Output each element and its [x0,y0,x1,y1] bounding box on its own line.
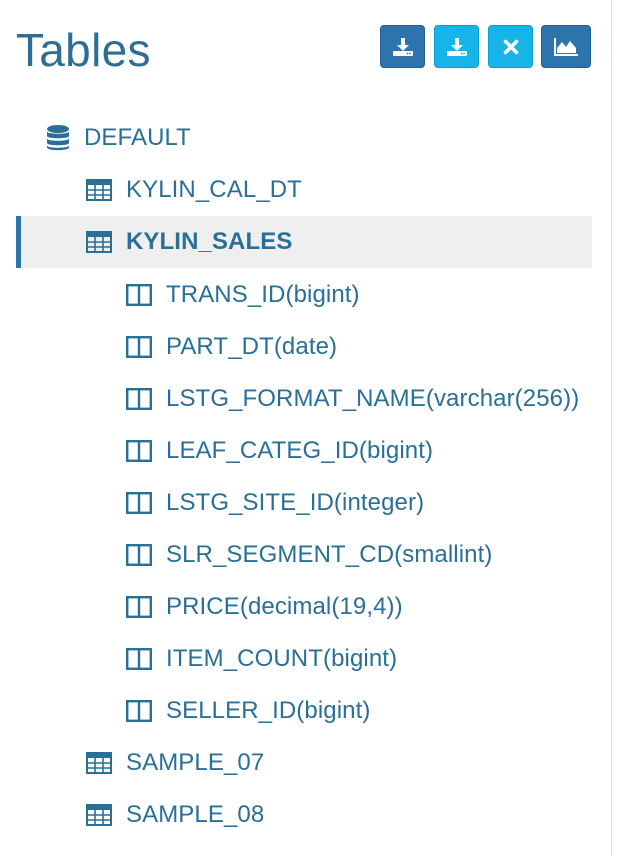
column-label: TRANS_ID(bigint) [166,281,360,308]
tree-node-column[interactable]: SLR_SEGMENT_CD(smallint) [126,529,492,581]
table-icon [86,179,112,201]
tree-node-column[interactable]: LSTG_FORMAT_NAME(varchar(256)) [126,373,579,425]
column-icon [126,700,152,722]
column-label: PART_DT(date) [166,333,338,360]
tree-viewport: DEFAULT KYLIN_CAL_DT KYLIN_SALES TRANS_I… [0,0,594,856]
tree-node-column[interactable]: PRICE(decimal(19,4)) [126,581,403,633]
tree-node-database[interactable]: DEFAULT [44,112,191,164]
tree-node-column[interactable]: LSTG_SITE_ID(integer) [126,477,424,529]
tree-node-table[interactable]: KYLIN_CAL_DT [86,164,302,216]
column-label: SLR_SEGMENT_CD(smallint) [166,541,493,568]
tree-node-column[interactable]: LEAF_CATEG_ID(bigint) [126,425,433,477]
tree-node-column[interactable]: TRANS_ID(bigint) [126,269,360,321]
database-label: DEFAULT [84,124,191,151]
column-icon [126,596,152,618]
column-icon [126,388,152,410]
column-label: ITEM_COUNT(bigint) [166,645,398,672]
column-icon [126,336,152,358]
table-icon [86,804,112,826]
tree-node-column[interactable]: SELLER_ID(bigint) [126,685,370,737]
table-label: KYLIN_SALES [126,228,293,255]
column-icon [126,492,152,514]
database-icon [47,125,69,151]
column-icon [126,284,152,306]
table-label: KYLIN_CAL_DT [126,176,302,203]
column-label: LSTG_SITE_ID(integer) [166,489,425,516]
table-label: SAMPLE_07 [126,749,265,776]
table-label: SAMPLE_08 [126,801,265,828]
table-icon [86,752,112,774]
column-label: SELLER_ID(bigint) [166,697,371,724]
column-label: LEAF_CATEG_ID(bigint) [166,437,434,464]
tree-node-table[interactable]: SAMPLE_07 [86,737,264,789]
selection-indicator [16,216,21,268]
column-icon [126,440,152,462]
tree-node-table[interactable]: SAMPLE_08 [86,789,264,841]
column-label: LSTG_FORMAT_NAME(varchar(256)) [166,385,580,412]
panel-right-border [611,0,612,856]
tree-node-column[interactable]: PART_DT(date) [126,321,337,373]
tree-node-column[interactable]: ITEM_COUNT(bigint) [126,633,397,685]
column-icon [126,544,152,566]
column-icon [126,648,152,670]
table-icon [86,231,112,253]
tree-node-table-selected[interactable]: KYLIN_SALES [16,216,592,268]
column-label: PRICE(decimal(19,4)) [166,593,403,620]
